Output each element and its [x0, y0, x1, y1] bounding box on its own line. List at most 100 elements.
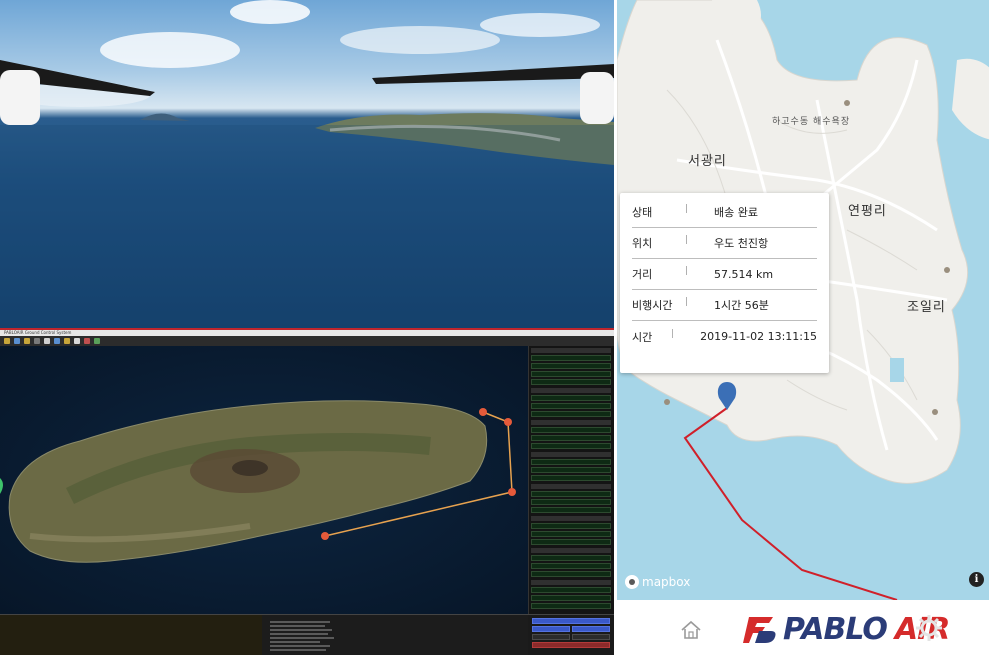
info-separator: | — [671, 328, 675, 339]
place-label-yeonpyeong: 연평리 — [848, 204, 887, 219]
gcs-toolbar — [0, 336, 614, 346]
toolbar-button[interactable] — [74, 338, 80, 344]
toolbar-button[interactable] — [64, 338, 70, 344]
drone-camera-feed — [0, 0, 614, 328]
toolbar-button[interactable] — [44, 338, 50, 344]
panel-row — [531, 459, 611, 465]
list-item[interactable] — [270, 645, 330, 647]
toolbar-button[interactable] — [84, 338, 90, 344]
panel-header — [531, 348, 611, 353]
toolbar-button[interactable] — [4, 338, 10, 344]
waypoint-marker[interactable] — [479, 408, 487, 416]
panel-row — [531, 467, 611, 473]
gcs-log-console — [0, 614, 262, 655]
panel-header — [531, 580, 611, 585]
panel-row — [531, 403, 611, 409]
control-button[interactable] — [572, 626, 610, 632]
info-separator: | — [684, 297, 688, 307]
gcs-telemetry-panel — [528, 346, 614, 614]
info-value: 2019-11-02 13:11:15 — [700, 330, 817, 343]
list-item[interactable] — [270, 641, 320, 643]
panel-row — [531, 595, 611, 601]
control-button[interactable] — [572, 634, 610, 640]
info-key: 위치 — [632, 237, 653, 250]
info-value: 1시간 56분 — [714, 299, 769, 312]
toolbar-button[interactable] — [24, 338, 30, 344]
info-key: 시간 — [632, 330, 653, 344]
panel-header — [531, 548, 611, 553]
panel-row — [531, 435, 611, 441]
panel-header — [531, 484, 611, 489]
panel-row — [531, 475, 611, 481]
info-row-flight-time: 비행시간 | 1시간 56분 — [632, 290, 817, 321]
waypoint-marker[interactable] — [508, 488, 516, 496]
panel-row — [531, 563, 611, 569]
info-row-status: 상태 | 배송 완료 — [632, 197, 817, 228]
mapbox-map[interactable]: 하고수동 해수욕장 서광리 연평리 조일리 상태 | 배송 완료 위치 | 우도 천… — [617, 0, 989, 600]
toolbar-button[interactable] — [14, 338, 20, 344]
mapbox-logo-text: mapbox — [642, 575, 691, 589]
info-row-time: 시간 | 2019-11-02 13:11:15 — [632, 321, 817, 352]
jeju-satellite — [0, 400, 516, 563]
panel-header — [531, 420, 611, 425]
toolbar-button[interactable] — [54, 338, 60, 344]
control-button[interactable] — [532, 626, 570, 632]
gear-icon[interactable] — [915, 614, 943, 642]
toolbar-button[interactable] — [34, 338, 40, 344]
screen-root: PABLOAIR Ground Control System 하고수동 해수욕장… — [0, 0, 989, 655]
camera-scene — [0, 0, 614, 328]
panel-row — [531, 603, 611, 609]
panel-row — [531, 443, 611, 449]
panel-row — [531, 371, 611, 377]
info-separator: | — [684, 204, 688, 214]
panel-row — [531, 491, 611, 497]
satellite-map[interactable] — [0, 346, 528, 614]
list-item[interactable] — [270, 625, 325, 627]
panel-row — [531, 355, 611, 361]
pablo-air-logo-icon — [743, 616, 776, 643]
info-row-location: 위치 | 우도 천진항 — [632, 228, 817, 259]
place-label-seogwang: 서광리 — [688, 154, 727, 169]
info-separator: | — [684, 235, 688, 245]
info-row-distance: 거리 | 57.514 km — [632, 259, 817, 290]
panel-row — [531, 499, 611, 505]
control-button[interactable] — [532, 634, 570, 640]
panel-row — [531, 539, 611, 545]
panel-row — [531, 411, 611, 417]
panel-row — [531, 571, 611, 577]
panel-row — [531, 395, 611, 401]
list-item[interactable] — [270, 633, 328, 635]
list-item[interactable] — [270, 637, 334, 639]
info-key: 비행시간 — [632, 299, 673, 312]
info-icon[interactable]: i — [969, 572, 984, 587]
panel-header — [531, 516, 611, 521]
ground-control-station: PABLOAIR Ground Control System — [0, 328, 614, 655]
panel-row — [531, 587, 611, 593]
panel-row — [531, 555, 611, 561]
list-item[interactable] — [270, 629, 332, 631]
control-button[interactable] — [532, 642, 610, 648]
toolbar-button[interactable] — [94, 338, 100, 344]
control-button[interactable] — [532, 618, 610, 624]
panel-row — [531, 427, 611, 433]
info-value: 57.514 km — [714, 267, 774, 281]
info-separator: | — [684, 266, 688, 276]
place-label-joil: 조일리 — [907, 300, 946, 315]
panel-header — [531, 452, 611, 457]
gcs-title-bar: PABLOAIR Ground Control System — [0, 328, 614, 336]
panel-row — [531, 507, 611, 513]
home-icon[interactable] — [680, 620, 702, 640]
panel-row — [531, 379, 611, 385]
waypoint-marker[interactable] — [321, 532, 329, 540]
gcs-mission-list[interactable] — [262, 614, 528, 655]
list-item[interactable] — [270, 649, 326, 651]
mapbox-logo[interactable]: mapbox — [625, 575, 690, 589]
info-value: 우도 천진항 — [714, 237, 769, 250]
panel-row — [531, 523, 611, 529]
gcs-control-buttons — [528, 614, 614, 655]
waypoint-marker[interactable] — [504, 418, 512, 426]
info-key: 상태 — [632, 206, 653, 219]
panel-header — [531, 388, 611, 393]
panel-row — [531, 363, 611, 369]
list-item[interactable] — [270, 621, 330, 623]
